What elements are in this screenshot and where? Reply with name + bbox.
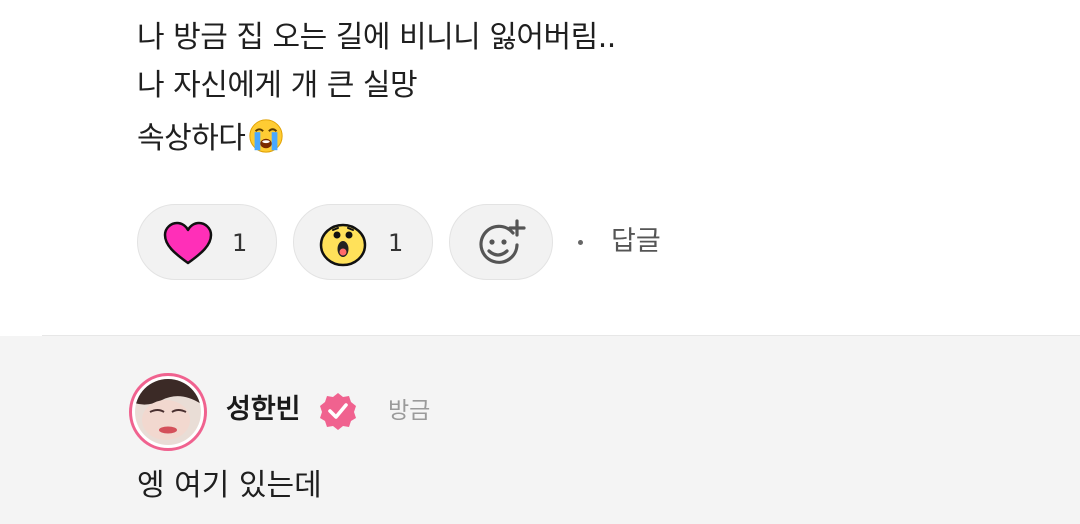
reply-author-name[interactable]: 성한빈 <box>226 392 301 428</box>
verified-badge-icon <box>318 391 358 435</box>
separator-dot <box>578 240 583 245</box>
reply-text: 엥 여기 있는데 <box>137 468 322 503</box>
reply-link[interactable]: 답글 <box>611 224 661 260</box>
add-reaction-button[interactable] <box>449 204 553 280</box>
surprised-reaction-button[interactable]: 1 <box>293 204 433 280</box>
reply-item: 성한빈 방금 엥 여기 있는데 <box>0 336 1080 524</box>
surprised-face-icon <box>318 221 368 271</box>
reply-timestamp: 방금 <box>388 398 431 424</box>
avatar[interactable] <box>129 373 207 451</box>
post-text-line-3: 속상하다 <box>137 116 285 165</box>
heart-reaction-count: 1 <box>232 229 248 257</box>
heart-icon <box>162 221 214 269</box>
heart-reaction-button[interactable]: 1 <box>137 204 277 280</box>
post-body: 나 방금 집 오는 길에 비니니 잃어버림.. 나 자신에게 개 큰 실망 속상… <box>0 0 1080 336</box>
loudly-crying-face-icon <box>247 116 285 165</box>
surprised-reaction-count: 1 <box>388 229 404 257</box>
post-text-line-1: 나 방금 집 오는 길에 비니니 잃어버림.. <box>137 20 616 55</box>
add-reaction-smiley-icon <box>477 219 527 271</box>
post-text-line-2: 나 자신에게 개 큰 실망 <box>137 68 418 103</box>
post-text-line-3-text: 속상하다 <box>137 121 246 156</box>
